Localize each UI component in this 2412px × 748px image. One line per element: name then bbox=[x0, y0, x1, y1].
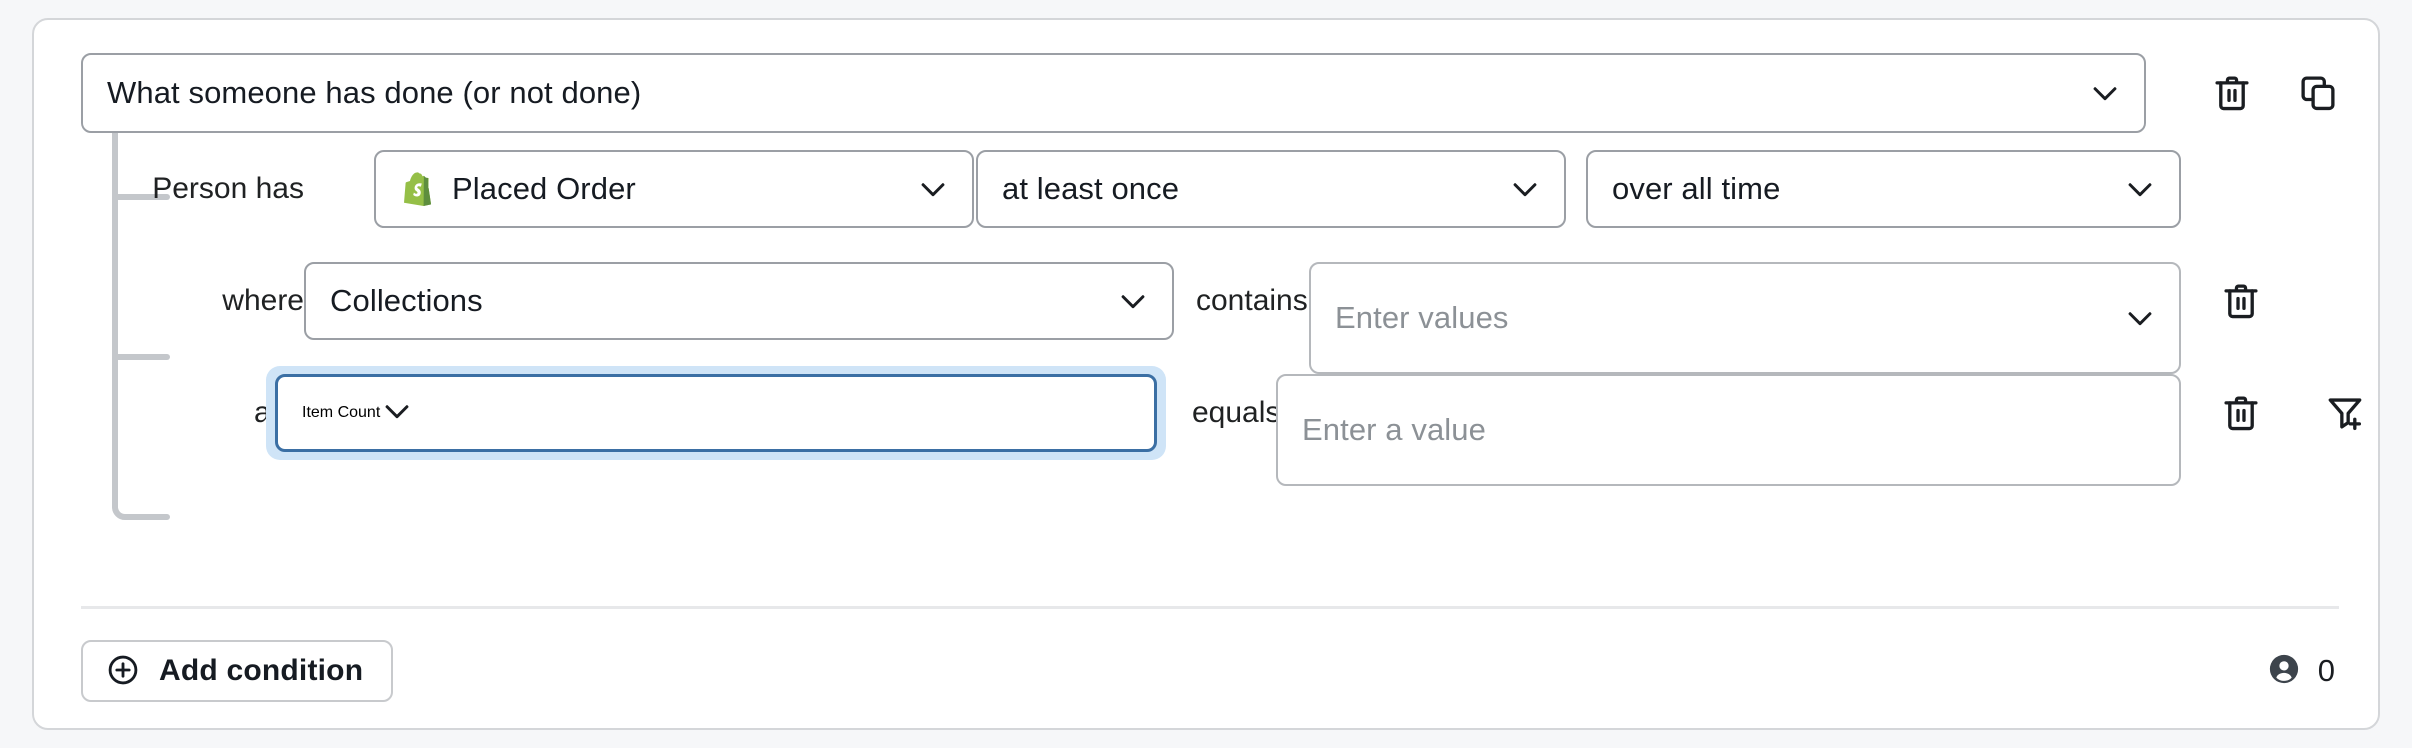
dimension-select-collections[interactable]: Collections bbox=[304, 262, 1174, 340]
trigger-type-value: What someone has done (or not done) bbox=[107, 75, 641, 111]
chevron-down-icon[interactable] bbox=[1116, 284, 1150, 318]
trash-icon[interactable] bbox=[2220, 392, 2262, 434]
dimension-value: Collections bbox=[330, 283, 483, 319]
duplicate-icon[interactable] bbox=[2297, 72, 2339, 114]
trigger-actions bbox=[2171, 53, 2339, 133]
segment-builder-page: What someone has done (or not done) bbox=[0, 0, 2412, 748]
add-condition-label: Add condition bbox=[159, 654, 363, 688]
shopify-icon bbox=[400, 169, 440, 209]
dimension-select-item-count[interactable]: Item Count bbox=[266, 366, 1166, 460]
row-conjunction-label: Person has bbox=[144, 172, 304, 206]
row-conjunction-label: where bbox=[144, 284, 304, 318]
footer-divider bbox=[81, 606, 2339, 609]
condition-rows: Person has Placed Order bbox=[34, 133, 2378, 469]
filter-plus-icon[interactable] bbox=[2324, 392, 2366, 434]
metric-select[interactable]: Placed Order bbox=[374, 150, 974, 228]
chevron-down-icon[interactable] bbox=[916, 172, 950, 206]
add-condition-button[interactable]: Add condition bbox=[81, 640, 393, 702]
timeframe-value: over all time bbox=[1612, 171, 1780, 207]
dimension-value: Item Count bbox=[302, 404, 380, 422]
chevron-down-icon[interactable] bbox=[2123, 172, 2157, 206]
trigger-type-select[interactable]: What someone has done (or not done) bbox=[81, 53, 2146, 133]
condition-row-and: and Item Count equals Enter a value bbox=[34, 357, 2378, 469]
card-footer: Add condition 0 bbox=[81, 638, 2339, 704]
plus-circle-icon bbox=[105, 652, 141, 691]
condition-card: What someone has done (or not done) bbox=[32, 18, 2380, 730]
people-count-value: 0 bbox=[2318, 653, 2335, 689]
occurrence-value: at least once bbox=[1002, 171, 1179, 207]
value-input-placeholder: Enter a value bbox=[1302, 412, 1486, 448]
chevron-down-icon[interactable] bbox=[1508, 172, 1542, 206]
trigger-row: What someone has done (or not done) bbox=[81, 53, 2339, 133]
condition-row-where: where Collections contains Enter values bbox=[34, 245, 2378, 357]
operator-label-contains: contains bbox=[1182, 284, 1322, 318]
value-input-item-count[interactable]: Enter a value bbox=[1276, 374, 2181, 486]
trash-icon[interactable] bbox=[2220, 280, 2262, 322]
chevron-down-icon[interactable] bbox=[2088, 76, 2122, 110]
chevron-down-icon[interactable] bbox=[380, 394, 414, 433]
person-icon bbox=[2266, 651, 2302, 692]
people-count: 0 bbox=[2266, 651, 2339, 692]
condition-row-person: Person has Placed Order bbox=[34, 133, 2378, 245]
chevron-down-icon[interactable] bbox=[2123, 301, 2157, 335]
occurrence-select[interactable]: at least once bbox=[976, 150, 1566, 228]
trash-icon[interactable] bbox=[2211, 72, 2253, 114]
timeframe-select[interactable]: over all time bbox=[1586, 150, 2181, 228]
values-input-placeholder: Enter values bbox=[1335, 300, 1509, 336]
